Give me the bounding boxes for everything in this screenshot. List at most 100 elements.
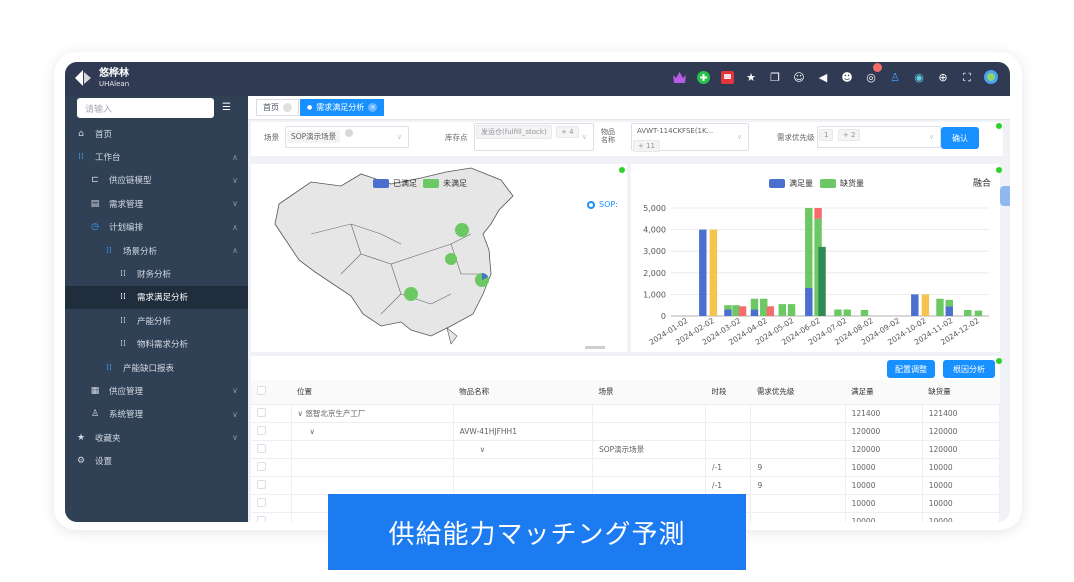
palette-icon[interactable]: ◉	[912, 70, 926, 84]
map-bubble[interactable]	[445, 253, 457, 265]
cell-text: SOP演示场景	[598, 444, 645, 454]
close-icon[interactable]	[283, 103, 292, 112]
cell-text: 10000	[851, 480, 876, 490]
copy-icon[interactable]: ❐	[768, 70, 782, 84]
expand-chevron-icon[interactable]: ∨	[298, 427, 316, 436]
alert-box-icon[interactable]	[720, 70, 734, 84]
table-row[interactable]: ∨ AVW-41HJFHH1 120000 120000	[251, 422, 1000, 441]
crown-icon[interactable]	[672, 70, 686, 84]
table-header-cell[interactable]: 时段	[705, 380, 751, 405]
map-bubble[interactable]	[404, 287, 418, 301]
avatar[interactable]	[984, 70, 998, 84]
fullscreen-icon[interactable]: ⛶	[960, 70, 974, 84]
status-dot	[996, 167, 1002, 173]
cell-text: 120000	[851, 426, 881, 436]
emoji-icon[interactable]: ☻	[840, 70, 854, 84]
bar-legend-short[interactable]: 缺货量	[820, 178, 864, 189]
row-checkbox[interactable]	[257, 425, 266, 435]
map-legend-fulfilled[interactable]: 已满足	[373, 178, 417, 189]
row-checkbox[interactable]	[257, 515, 266, 522]
demand-bar-chart[interactable]: 01,0002,0003,0004,0005,0002024-01-022024…	[631, 164, 1000, 352]
table-header-cell[interactable]: 场景	[592, 380, 706, 405]
bar	[818, 246, 826, 316]
cell-text: AVW-41HJFHH1	[459, 426, 517, 436]
sidebar-item[interactable]: ⚙ 设置	[65, 449, 248, 472]
select-all-checkbox[interactable]	[257, 386, 266, 396]
table-cell	[705, 422, 752, 441]
table-cell: 10000	[922, 494, 1000, 513]
map-bubble[interactable]	[455, 223, 469, 237]
stock-more-tag: + 4	[556, 126, 579, 138]
row-checkbox-cell	[251, 440, 292, 459]
sidebar-item[interactable]: ⁞⁞ 产能分析	[65, 309, 248, 332]
map-legend-unfulfilled[interactable]: 未满足	[423, 178, 467, 189]
sidebar-item[interactable]: ⁞⁞ 工作台 ∧	[65, 145, 248, 168]
root-cause-button[interactable]: 根因分析	[943, 360, 995, 378]
bar	[787, 304, 796, 316]
stock-select[interactable]: 发运仓(fulfill_stock) + 4 ∨	[474, 123, 594, 151]
sidebar-item[interactable]: ▤ 需求管理 ∨	[65, 192, 248, 215]
table-header-cell[interactable]: 满足量	[845, 380, 923, 405]
sidebar-item[interactable]: ⌂ 首页	[65, 122, 248, 145]
row-checkbox[interactable]	[257, 461, 266, 471]
table-row[interactable]: ∨ SOP演示场景 120000 120000	[251, 440, 1000, 459]
map-scrollbar[interactable]	[585, 346, 605, 349]
volume-icon[interactable]: ◀	[816, 70, 830, 84]
sidebar-item[interactable]: ★ 收藏夹 ∨	[65, 426, 248, 449]
table-header-cell[interactable]: 位置	[291, 380, 454, 405]
brand-name-en: UHAlean	[99, 79, 130, 88]
sidebar-item[interactable]: ▦ 供应管理 ∨	[65, 379, 248, 402]
add-circle-icon[interactable]	[696, 70, 710, 84]
expand-chevron-icon[interactable]: ∨	[460, 445, 486, 454]
sidebar-item[interactable]: ⁞⁞ 场景分析 ∧	[65, 239, 248, 262]
table-header-cell[interactable]: 缺货量	[922, 380, 1000, 405]
cell-text: 悠智北京生产工厂	[305, 408, 366, 418]
close-icon[interactable]: ×	[368, 103, 378, 112]
item-select[interactable]: AVWT-114CKFSE(1K... + 11 ∨	[631, 123, 749, 152]
bar	[738, 306, 747, 316]
sidebar-item[interactable]: ◷ 计划编排 ∧	[65, 216, 248, 239]
user-group-icon[interactable]: ☺	[792, 70, 806, 84]
table-header-cell[interactable]: 需求优先级	[750, 380, 846, 405]
robot-icon[interactable]: ♙	[888, 70, 902, 84]
china-map[interactable]	[251, 164, 627, 352]
chevron-down-icon: ∨	[928, 133, 934, 141]
bar	[805, 287, 813, 316]
table-row[interactable]: /-1 9 10000 10000	[251, 458, 1000, 477]
row-checkbox[interactable]	[257, 407, 266, 417]
collapse-menu-icon[interactable]: ☰	[222, 102, 231, 113]
menu-search-input[interactable]: 请输入	[77, 98, 214, 118]
tab-demand-analysis[interactable]: ● 需求满足分析 ×	[300, 99, 385, 116]
tab-home[interactable]: 首页	[256, 99, 299, 116]
table-row[interactable]: /-1 9 10000 10000	[251, 476, 1000, 495]
table-row[interactable]: ∨ 悠智北京生产工厂 121400 121400	[251, 404, 1000, 423]
row-checkbox[interactable]	[257, 497, 266, 507]
scene-tag: SOP演示场景	[287, 130, 341, 143]
stock-label: 库存点	[445, 133, 468, 142]
chart-mode-label[interactable]: 融合	[973, 176, 991, 189]
globe-icon[interactable]: ⊕	[936, 70, 950, 84]
sidebar-item[interactable]: ⊏ 供应链模型 ∨	[65, 169, 248, 192]
side-expand-handle[interactable]	[1000, 186, 1010, 206]
bar-legend-met[interactable]: 满足量	[769, 178, 813, 189]
sidebar-item[interactable]: ⁞⁞ 物料需求分析	[65, 333, 248, 356]
sidebar-item[interactable]: ⁞⁞ 财务分析	[65, 262, 248, 285]
message-icon[interactable]: ◎	[864, 63, 882, 84]
sidebar-item[interactable]: ⁞⁞ 产能缺口报表	[65, 356, 248, 379]
priority-select[interactable]: 1 + 2 ∨	[817, 126, 941, 148]
scene-select[interactable]: SOP演示场景 ∨	[285, 126, 409, 148]
sidebar-item[interactable]: ♙ 系统管理 ∨	[65, 403, 248, 426]
config-adjust-button[interactable]: 配置调整	[887, 360, 935, 378]
star-icon[interactable]: ★	[744, 70, 758, 84]
cell-text: 120000	[851, 444, 881, 454]
confirm-button[interactable]: 确认	[941, 127, 979, 149]
row-checkbox[interactable]	[257, 443, 266, 453]
table-header-cell[interactable]: 物品名称	[453, 380, 593, 405]
sidebar-item[interactable]: ⁞⁞ 需求满足分析	[65, 285, 248, 310]
close-icon[interactable]	[344, 129, 353, 137]
map-side-legend[interactable]: SOP:	[587, 200, 618, 209]
sidebar-item-label: 工作台	[95, 153, 121, 164]
brand-logo[interactable]: 悠桦林 UHAlean	[73, 68, 129, 88]
row-checkbox[interactable]	[257, 479, 266, 489]
sidebar-item-label: 场景分析	[123, 246, 158, 257]
